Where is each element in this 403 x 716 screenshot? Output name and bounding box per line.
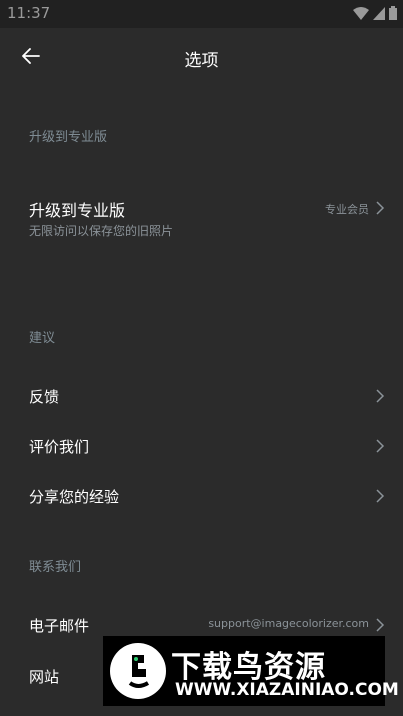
feedback-row[interactable]: 反馈 bbox=[0, 374, 403, 416]
status-time: 11:37 bbox=[7, 4, 51, 22]
upgrade-pro-label: 升级到专业版 bbox=[29, 201, 126, 220]
upgrade-pro-row[interactable]: 升级到专业版 无限访问以保存您的旧照片 专业会员 bbox=[0, 188, 403, 248]
signal-icon bbox=[373, 5, 385, 24]
section-header-suggestions: 建议 bbox=[29, 331, 56, 346]
feedback-label: 反馈 bbox=[29, 388, 60, 406]
chevron-right-icon bbox=[375, 200, 385, 215]
section-header-upgrade: 升级到专业版 bbox=[29, 130, 108, 145]
chevron-right-icon bbox=[375, 388, 385, 403]
chevron-right-icon bbox=[375, 488, 385, 503]
chevron-right-icon bbox=[375, 617, 385, 632]
page-title: 选项 bbox=[184, 51, 219, 71]
rate-us-row[interactable]: 评价我们 bbox=[0, 424, 403, 466]
bird-logo-icon bbox=[110, 643, 166, 699]
watermark: 下载鸟资源 WWW.XIAZAINIAO.COM bbox=[103, 636, 399, 706]
pro-member-value: 专业会员 bbox=[325, 203, 369, 216]
email-address: support@imagecolorizer.com bbox=[208, 617, 369, 630]
share-experience-row[interactable]: 分享您的经验 bbox=[0, 474, 403, 516]
email-label: 电子邮件 bbox=[29, 617, 90, 635]
status-icons bbox=[353, 5, 397, 24]
wifi-icon bbox=[353, 5, 369, 24]
status-bar: 11:37 bbox=[0, 0, 403, 28]
upgrade-pro-subtitle: 无限访问以保存您的旧照片 bbox=[29, 224, 174, 238]
website-label: 网站 bbox=[29, 668, 60, 686]
app-bar: 选项 bbox=[0, 28, 403, 88]
watermark-url: WWW.XIAZAINIAO.COM bbox=[175, 680, 399, 700]
rate-us-label: 评价我们 bbox=[29, 438, 90, 456]
share-experience-label: 分享您的经验 bbox=[29, 488, 120, 506]
chevron-right-icon bbox=[375, 438, 385, 453]
section-header-contact: 联系我们 bbox=[29, 560, 82, 575]
battery-icon bbox=[389, 5, 397, 24]
